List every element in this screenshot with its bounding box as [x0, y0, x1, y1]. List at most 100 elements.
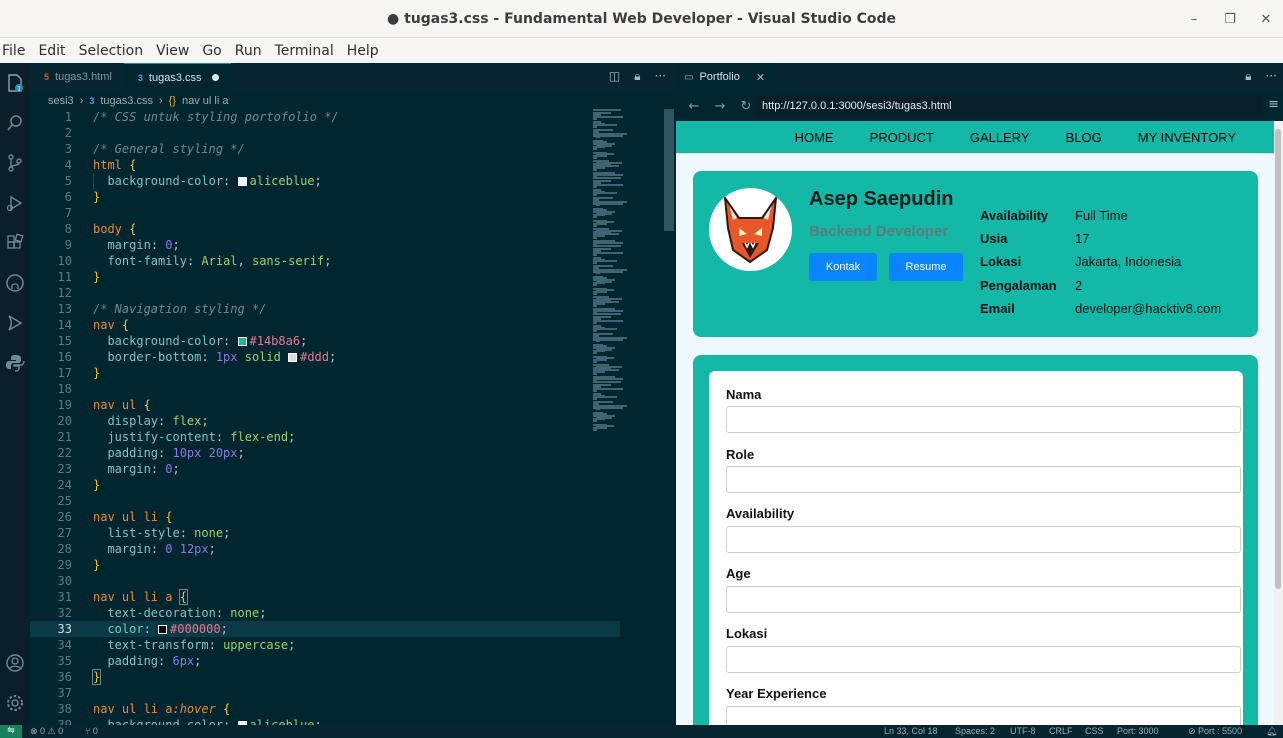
minimize-button[interactable]: –	[1187, 12, 1201, 27]
lock-icon[interactable]: 🔒︎	[634, 69, 640, 84]
nav-link-my-inventory[interactable]: MY INVENTORY	[1132, 124, 1242, 151]
unsaved-dot-icon[interactable]	[211, 74, 219, 81]
tab-tugas3-css[interactable]: 3 tugas3.css	[123, 63, 231, 91]
info-value: 17	[1075, 231, 1090, 246]
code-line: 9 margin: 0;	[64, 238, 180, 252]
minimap-line	[593, 389, 597, 392]
resume-button[interactable]: Resume	[889, 253, 963, 281]
minimap[interactable]	[593, 109, 663, 439]
line-ending[interactable]: CRLF	[1049, 725, 1073, 738]
extensions-icon[interactable]	[5, 233, 25, 253]
language-mode[interactable]: CSS	[1085, 725, 1104, 738]
lokasi-label: Lokasi	[726, 626, 768, 641]
code-line: 31 nav ul li a {	[57, 589, 188, 605]
live-server-port-3000[interactable]: Port: 3000	[1117, 725, 1159, 738]
more-actions-icon[interactable]: ···	[1266, 69, 1277, 84]
notifications-bell-icon[interactable]: 🔔︎	[1266, 725, 1277, 738]
info-key: Usia	[980, 231, 1008, 246]
menu-selection[interactable]: Selection	[79, 43, 144, 59]
nav-link-gallery[interactable]: GALLERY	[964, 124, 1036, 151]
nav-link-home[interactable]: HOME	[789, 124, 840, 151]
age-input[interactable]	[726, 586, 1241, 613]
minimap-line	[593, 372, 597, 375]
code-line: 38 nav ul li a:hover {	[57, 702, 231, 716]
minimap-line	[593, 352, 597, 355]
maximize-button[interactable]: ❐	[1223, 12, 1237, 27]
indentation[interactable]: Spaces: 2	[955, 725, 995, 738]
menu-edit[interactable]: Edit	[38, 43, 65, 59]
breadcrumb-folder[interactable]: sesi3	[48, 95, 74, 107]
menu-go[interactable]: Go	[202, 43, 221, 59]
menu-view[interactable]: View	[156, 43, 189, 59]
source-control-icon[interactable]	[5, 153, 25, 173]
code-line: 26 nav ul li {	[57, 510, 173, 524]
code-line: 19 nav ul {	[57, 398, 151, 412]
code-line: 6}	[64, 190, 101, 204]
python-icon[interactable]	[5, 353, 25, 373]
year-experience-input[interactable]	[726, 706, 1241, 725]
lock-icon[interactable]: 🔒︎	[1245, 69, 1251, 84]
menu-help[interactable]: Help	[347, 43, 379, 59]
ports-indicator[interactable]: ⑂ 0	[85, 725, 98, 738]
breadcrumb-file[interactable]: tugas3.css	[100, 95, 153, 107]
forward-arrow-icon[interactable]: →	[712, 99, 728, 114]
availability-input[interactable]	[726, 526, 1241, 553]
kontak-button[interactable]: Kontak	[809, 253, 877, 281]
browser-preview: ▭ Portfolio ✕ 🔒︎ ··· ← → ↻ http://127.0.…	[676, 63, 1283, 725]
github-icon[interactable]	[5, 273, 25, 293]
activity-bar: 1	[0, 63, 30, 725]
menu-terminal[interactable]: Terminal	[275, 43, 334, 59]
close-button[interactable]: ✕	[1259, 12, 1273, 27]
code-area[interactable]: 1/* CSS untuk styling portofolio */ 2 3/…	[30, 109, 630, 732]
remote-explorer-icon[interactable]	[5, 313, 25, 333]
css-file-icon: 3	[137, 72, 143, 83]
nama-input[interactable]	[726, 406, 1241, 433]
close-icon[interactable]: ✕	[756, 71, 765, 84]
run-debug-icon[interactable]	[5, 193, 25, 213]
encoding[interactable]: UTF-8	[1010, 725, 1036, 738]
code-line: 35 padding: 6px;	[57, 654, 202, 668]
problems-indicator[interactable]: ⊗ 0 ⚠ 0	[30, 725, 63, 738]
more-actions-icon[interactable]: ···	[655, 69, 666, 84]
minimap-line	[593, 284, 597, 287]
form-section: Nama Role Availability Age Lokasi Year E…	[693, 355, 1258, 725]
search-icon[interactable]	[5, 113, 25, 133]
scroll-thumb[interactable]	[1275, 129, 1281, 589]
tab-tugas3-html[interactable]: 5 tugas3.html	[30, 63, 124, 91]
menu-file[interactable]: File	[2, 43, 25, 59]
reload-icon[interactable]: ↻	[738, 99, 754, 114]
explorer-icon[interactable]: 1	[5, 73, 25, 93]
lokasi-input[interactable]	[726, 646, 1241, 673]
split-editor-icon[interactable]: ◫	[609, 69, 620, 84]
editor-scrollbar[interactable]	[664, 109, 674, 231]
nav-link-blog[interactable]: BLOG	[1060, 124, 1108, 151]
minimap-line	[593, 156, 597, 159]
remote-indicator-icon[interactable]: ⇋	[0, 725, 22, 738]
nav-link-product[interactable]: PRODUCT	[864, 124, 940, 151]
availability-label: Availability	[726, 506, 795, 521]
role-input[interactable]	[726, 466, 1241, 493]
nama-label: Nama	[726, 387, 762, 402]
cursor-position[interactable]: Ln 33, Col 18	[884, 725, 938, 738]
tab-portfolio[interactable]: ▭ Portfolio ✕	[676, 63, 776, 91]
code-line: 18	[57, 382, 72, 396]
hamburger-menu-icon[interactable]: ≡	[1268, 97, 1279, 112]
minimap-line	[593, 262, 597, 264]
settings-gear-icon[interactable]	[5, 693, 25, 713]
breadcrumb: sesi3 › 3 tugas3.css › {} nav ul li a	[48, 93, 228, 109]
site-nav: HOME PRODUCT GALLERY BLOG MY INVENTORY	[676, 121, 1274, 154]
minimap-line	[593, 381, 621, 383]
back-arrow-icon[interactable]: ←	[686, 99, 702, 114]
css-file-icon: 3	[89, 96, 95, 106]
url-bar[interactable]: http://127.0.0.1:3000/sesi3/tugas3.html	[756, 95, 1263, 117]
page-scrollbar[interactable]	[1274, 121, 1283, 725]
minimap-line	[593, 224, 597, 227]
minimap-line	[593, 377, 623, 380]
account-icon[interactable]	[5, 653, 25, 673]
window-controls: – ❐ ✕	[1187, 0, 1273, 38]
live-server-port-5500[interactable]: ⊘ Port : 5500	[1188, 725, 1242, 738]
menu-run[interactable]: Run	[235, 43, 262, 59]
profile-role: Backend Developer	[809, 223, 949, 240]
editor-actions: ◫ 🔒︎ ···	[609, 69, 666, 84]
breadcrumb-symbol[interactable]: nav ul li a	[182, 95, 228, 107]
